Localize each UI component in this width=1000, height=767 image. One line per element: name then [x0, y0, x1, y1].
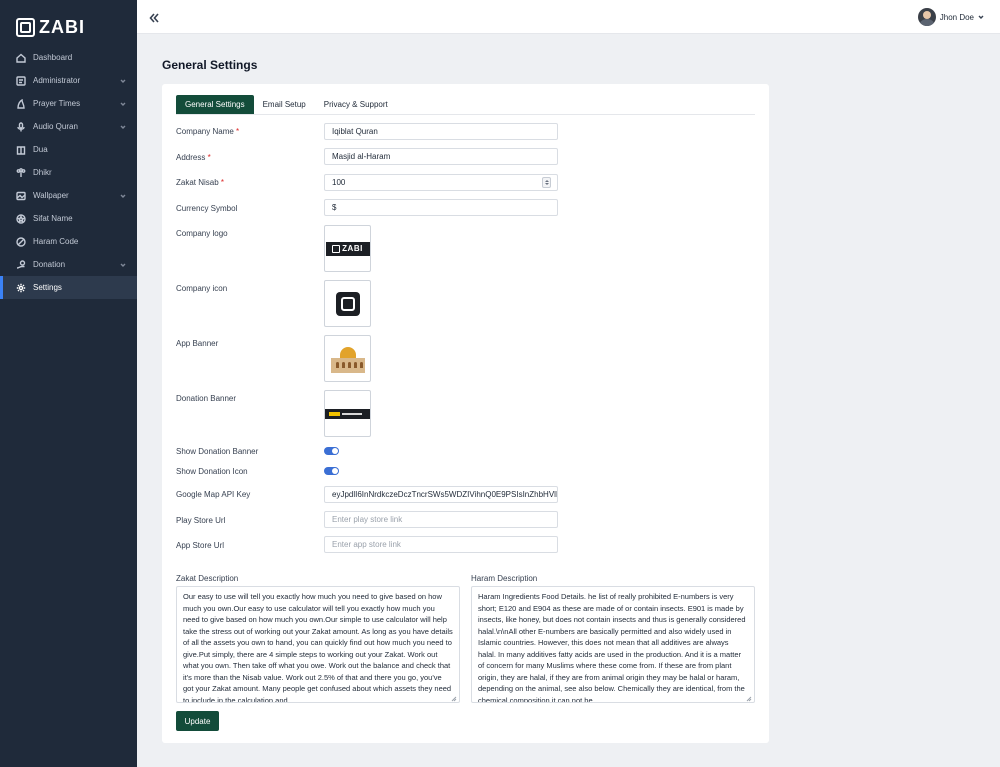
tasbih-icon — [16, 167, 26, 178]
zakat-nisab-input[interactable]: 100 — [324, 174, 558, 191]
app-banner-upload[interactable] — [324, 335, 371, 382]
company-logo-upload[interactable]: ZABI — [324, 225, 371, 272]
tab-general-settings[interactable]: General Settings — [176, 95, 254, 114]
company-icon-image — [335, 291, 360, 316]
sidebar-item-dhikr[interactable]: Dhikr — [0, 161, 137, 184]
home-icon — [16, 53, 26, 63]
admin-icon — [16, 75, 26, 86]
sidebar-item-label: Settings — [33, 283, 62, 292]
sidebar-item-haram-code[interactable]: Haram Code — [0, 230, 137, 253]
sidebar-item-label: Donation — [33, 260, 66, 269]
chevron-down-icon — [120, 77, 126, 83]
sidebar-item-label: Haram Code — [33, 237, 79, 246]
sidebar: ZABI Dashboard Administrator Prayer Time… — [0, 0, 137, 767]
google-map-api-key-label: Google Map API Key — [176, 490, 251, 499]
sidebar-item-label: Dashboard — [33, 53, 73, 62]
app-store-url-input[interactable]: Enter app store link — [324, 536, 558, 553]
haram-description-label: Haram Description — [471, 574, 538, 583]
chevron-down-icon — [978, 13, 984, 22]
ban-icon — [16, 236, 26, 247]
company-name-label: Company Name * — [176, 127, 240, 136]
prayer-icon — [16, 98, 26, 109]
sidebar-item-label: Administrator — [33, 76, 81, 85]
mosque-banner-image — [329, 344, 367, 374]
address-label: Address * — [176, 153, 211, 162]
sidebar-item-administrator[interactable]: Administrator — [0, 69, 137, 92]
sidebar-item-sifat-name[interactable]: Sifat Name — [0, 207, 137, 230]
settings-tabs: General Settings Email Setup Privacy & S… — [176, 95, 755, 115]
microphone-icon — [16, 121, 26, 132]
double-chevron-left-icon — [149, 13, 159, 23]
chevron-down-icon — [120, 100, 126, 106]
sidebar-nav: Dashboard Administrator Prayer Times Aud… — [0, 46, 137, 299]
zakat-description-textarea[interactable]: Our easy to use will tell you exactly ho… — [176, 586, 460, 703]
sidebar-item-dua[interactable]: Dua — [0, 138, 137, 161]
chevron-down-icon — [120, 261, 126, 267]
sidebar-item-label: Audio Quran — [33, 122, 78, 131]
settings-card: General Settings Email Setup Privacy & S… — [162, 84, 769, 743]
currency-symbol-label: Currency Symbol — [176, 204, 238, 213]
user-name: Jhon Doe — [939, 12, 974, 22]
top-bar: Jhon Doe — [137, 0, 1000, 34]
company-name-input[interactable]: Iqiblat Quran — [324, 123, 558, 140]
book-icon — [16, 145, 26, 155]
avatar — [917, 8, 936, 26]
collapse-sidebar-button[interactable] — [148, 11, 160, 23]
star-icon — [16, 213, 26, 224]
sidebar-item-label: Sifat Name — [33, 214, 73, 223]
donation-banner-label: Donation Banner — [176, 394, 237, 403]
page-title: General Settings — [162, 58, 258, 72]
zakat-nisab-label: Zakat Nisab * — [176, 178, 225, 187]
brand-mark-icon — [16, 18, 35, 37]
resize-handle-icon[interactable] — [746, 694, 752, 702]
address-input[interactable]: Masjid al-Haram — [324, 148, 558, 165]
resize-handle-icon[interactable] — [451, 694, 457, 702]
hand-coin-icon — [16, 259, 26, 270]
sidebar-item-wallpaper[interactable]: Wallpaper — [0, 184, 137, 207]
sidebar-item-label: Prayer Times — [33, 99, 81, 108]
required-marker: * — [207, 153, 211, 162]
haram-description-textarea[interactable]: Haram Ingredients Food Details. he list … — [471, 586, 755, 703]
play-store-url-input[interactable]: Enter play store link — [324, 511, 558, 528]
company-logo-label: Company logo — [176, 229, 228, 238]
donation-banner-upload[interactable] — [324, 390, 371, 437]
app-banner-label: App Banner — [176, 339, 219, 348]
gear-icon — [16, 283, 26, 293]
sidebar-item-label: Dhikr — [33, 168, 52, 177]
number-stepper[interactable] — [542, 177, 551, 188]
google-map-api-key-input[interactable]: eyJpdlI6InNrdkczeDczTncrSWs5WDZIVihnQ0E9… — [324, 486, 558, 503]
sidebar-item-donation[interactable]: Donation — [0, 253, 137, 276]
app-store-url-label: App Store Url — [176, 541, 225, 550]
sidebar-item-label: Wallpaper — [33, 191, 69, 200]
zakat-description-label: Zakat Description — [176, 574, 239, 583]
show-donation-banner-toggle[interactable] — [324, 447, 339, 455]
sidebar-item-prayer-times[interactable]: Prayer Times — [0, 92, 137, 115]
required-marker: * — [220, 178, 225, 187]
sidebar-item-label: Dua — [33, 145, 48, 154]
chevron-down-icon — [120, 123, 126, 129]
donation-banner-image — [325, 408, 370, 419]
show-donation-banner-label: Show Donation Banner — [176, 447, 259, 456]
show-donation-icon-toggle[interactable] — [324, 467, 339, 475]
sidebar-item-audio-quran[interactable]: Audio Quran — [0, 115, 137, 138]
currency-symbol-input[interactable]: $ — [324, 199, 558, 216]
tab-email-setup[interactable]: Email Setup — [254, 95, 315, 114]
play-store-url-label: Play Store Url — [176, 516, 226, 525]
sidebar-item-dashboard[interactable]: Dashboard — [0, 46, 137, 69]
company-icon-label: Company icon — [176, 284, 228, 293]
sidebar-item-settings[interactable]: Settings — [0, 276, 137, 299]
chevron-down-icon — [120, 192, 126, 198]
update-button[interactable]: Update — [176, 711, 219, 731]
brand-logo[interactable]: ZABI — [0, 0, 137, 44]
image-icon — [16, 191, 26, 201]
show-donation-icon-label: Show Donation Icon — [176, 467, 248, 476]
tab-privacy-support[interactable]: Privacy & Support — [315, 95, 397, 114]
user-menu[interactable]: Jhon Doe — [917, 8, 984, 26]
required-marker: * — [236, 127, 240, 136]
brand-name: ZABI — [39, 17, 85, 37]
company-icon-upload[interactable] — [324, 280, 371, 327]
company-logo-image: ZABI — [325, 241, 370, 256]
